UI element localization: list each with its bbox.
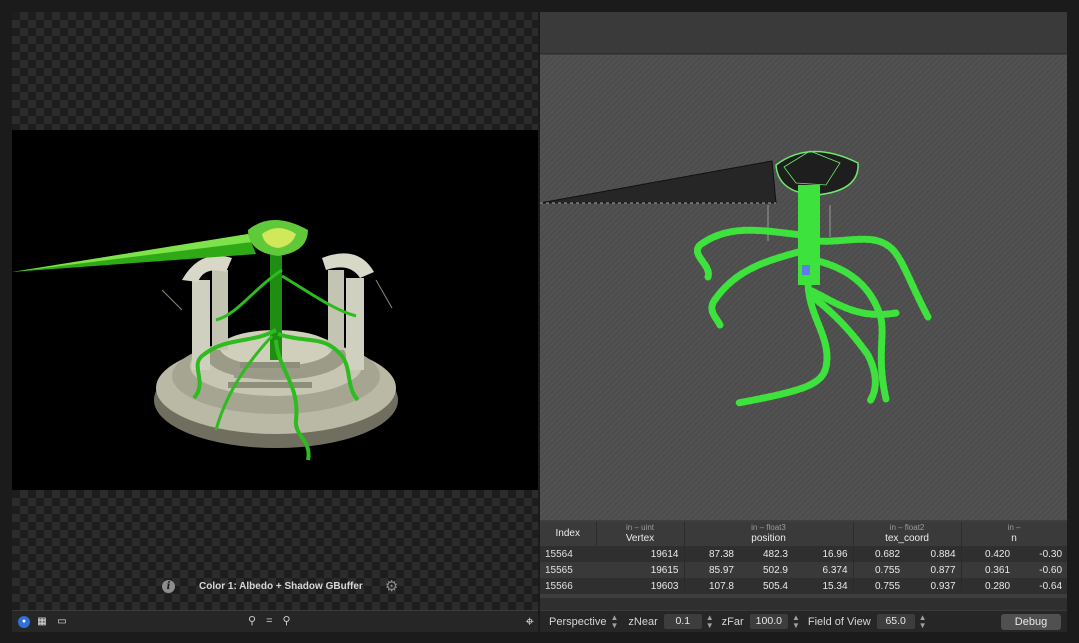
search-icon[interactable]: ⚲ (248, 614, 256, 627)
znear-field[interactable]: 0.1 (663, 614, 702, 629)
col-index[interactable]: Index (540, 522, 597, 546)
zfar-control: zFar 100.0 ▲ ▼ (721, 612, 800, 630)
debug-state-icon[interactable]: ● (18, 615, 30, 628)
znear-stepper[interactable]: ▲ ▼ (706, 613, 714, 630)
col-tex-coord[interactable]: in – float2 tex_coord (853, 522, 962, 546)
menu-icon[interactable]: = (266, 615, 272, 627)
left-toolbar: ● ▦ ▭ ⚲ = ⚲ ⌖ (12, 610, 538, 632)
temple-scene-image (12, 220, 398, 461)
attachment-viewer: i Color 1: Albedo + Shadow GBuffer ⚙ (12, 12, 538, 610)
geometry-viewer-header (540, 12, 1067, 54)
projection-select[interactable]: Perspective ▲ ▼ (549, 612, 619, 630)
znear-control: zNear 0.1 ▲ ▼ (628, 612, 714, 630)
transparency-checkerboard-top (12, 12, 538, 130)
attachment-info-bar: i Color 1: Albedo + Shadow GBuffer ⚙ (162, 576, 398, 596)
debug-button[interactable]: Debug (1001, 614, 1061, 630)
table-empty-area (540, 598, 1067, 610)
table-row[interactable]: 15566 19603 107.8 505.4 15.34 0.755 0.93… (540, 578, 1067, 594)
info-icon[interactable]: i (162, 579, 175, 593)
table-row[interactable]: 15565 19615 85.97 502.9 6.374 0.755 0.87… (540, 562, 1067, 578)
camera-toolbar: Perspective ▲ ▼ zNear 0.1 ▲ ▼ zFar 100.0 ▲… (540, 610, 1067, 632)
render-target-preview[interactable] (12, 130, 538, 490)
gear-icon[interactable]: ⚙ (385, 579, 398, 594)
geometry-viewer: Index in – uint Vertex in – float3 positio… (540, 12, 1067, 610)
debugger-window: i Color 1: Albedo + Shadow GBuffer ⚙ ● ▦… (0, 0, 1079, 643)
zoom-icon[interactable]: ⚲ (283, 614, 291, 627)
fov-stepper[interactable]: ▲ ▼ (919, 613, 927, 630)
wireframe-mesh (540, 150, 932, 407)
table-row[interactable]: 15564 19614 87.38 482.3 16.96 0.682 0.88… (540, 546, 1067, 562)
texture-view-controls: ⚲ = ⚲ (248, 614, 291, 628)
grid-icon[interactable]: ▦ (34, 614, 50, 630)
fov-field[interactable]: 65.0 (876, 614, 915, 629)
chevron-updown-icon: ▲ ▼ (610, 612, 619, 630)
zfar-field[interactable]: 100.0 (749, 614, 788, 629)
col-position[interactable]: in – float3 position (684, 522, 854, 546)
geometry-viewport[interactable] (540, 55, 1067, 520)
attachment-label: Color 1: Albedo + Shadow GBuffer (199, 580, 363, 592)
vertex-buffer-table: Index in – uint Vertex in – float3 positio… (540, 522, 1067, 594)
crosshair-icon[interactable]: ⌖ (526, 613, 534, 631)
zfar-stepper[interactable]: ▲ ▼ (792, 613, 800, 630)
frame-icon[interactable]: ▭ (54, 614, 70, 630)
col-vertex[interactable]: in – uint Vertex (596, 522, 685, 546)
fov-control: Field of View 65.0 ▲ ▼ (807, 612, 927, 630)
col-normal[interactable]: in – n (961, 522, 1067, 546)
